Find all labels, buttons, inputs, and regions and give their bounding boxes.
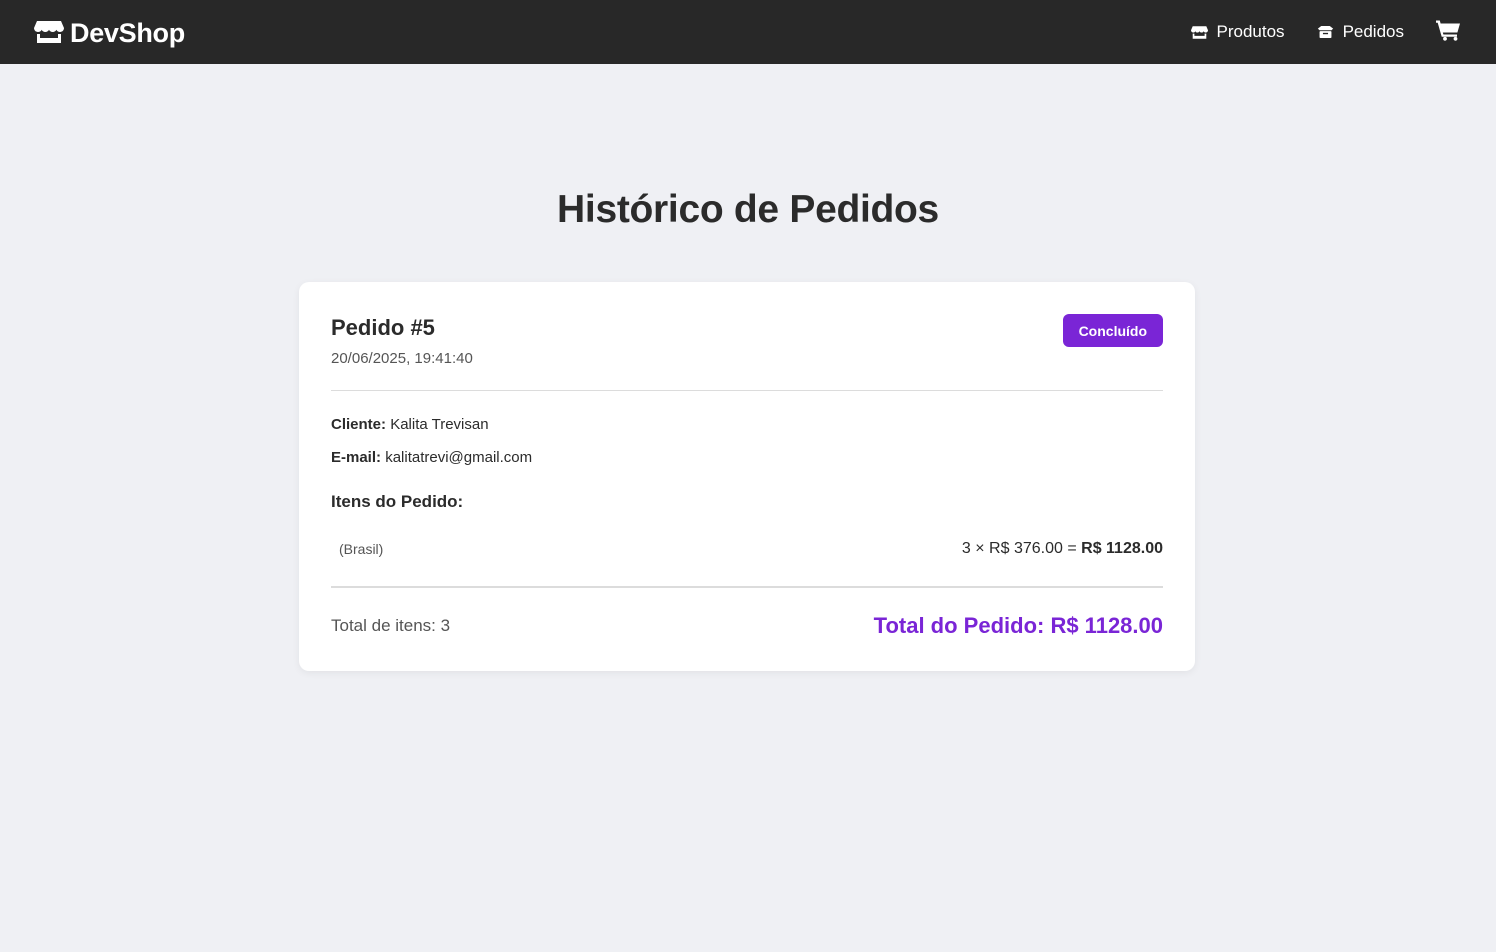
nav-pedidos-label: Pedidos xyxy=(1342,22,1404,41)
store-icon xyxy=(1190,24,1209,40)
email-label: E-mail: xyxy=(331,449,382,466)
cart-button[interactable] xyxy=(1436,20,1462,44)
nav-pedidos-link[interactable]: Pedidos xyxy=(1317,22,1404,42)
status-badge: Concluído xyxy=(1062,314,1163,347)
customer-line: Cliente: Kalita Trevisan xyxy=(331,416,489,433)
nav-links: Produtos Pedidos xyxy=(1159,20,1462,44)
item-quantity-price: 3 × R$ 376.00 = xyxy=(961,540,1077,557)
page-title: Histórico de Pedidos xyxy=(557,188,939,231)
box-icon xyxy=(1317,24,1335,40)
brand-link[interactable]: DevShop xyxy=(34,15,185,49)
item-subtotal: R$ 1128.00 xyxy=(1081,540,1163,557)
order-item-row: (Brasil) 3 × R$ 376.00 = R$ 1128.00 xyxy=(331,539,1163,559)
order-total: Total do Pedido: R$ 1128.00 xyxy=(873,613,1163,638)
order-date: 20/06/2025, 19:41:40 xyxy=(331,350,473,367)
customer-email: kalitatrevi@gmail.com xyxy=(385,449,533,466)
order-number: Pedido #5 xyxy=(331,315,435,340)
nav-produtos-label: Produtos xyxy=(1216,22,1285,41)
total-items: Total de itens: 3 xyxy=(331,616,451,635)
nav-produtos-link[interactable]: Produtos xyxy=(1190,22,1285,42)
customer-label: Cliente: xyxy=(331,416,387,433)
brand-name: DevShop xyxy=(70,18,185,48)
items-divider xyxy=(331,586,1163,588)
order-header: Pedido #5 20/06/2025, 19:41:40 Concluído xyxy=(331,282,1163,391)
items-heading: Itens do Pedido: xyxy=(331,492,464,511)
order-card: Pedido #5 20/06/2025, 19:41:40 Concluído… xyxy=(299,282,1195,671)
top-navbar: DevShop Produtos Pedidos xyxy=(0,0,1496,64)
item-name: (Brasil) xyxy=(339,541,384,557)
email-line: E-mail: kalitatrevi@gmail.com xyxy=(331,449,532,466)
customer-name: Kalita Trevisan xyxy=(390,416,489,433)
item-calculation: 3 × R$ 376.00 = R$ 1128.00 xyxy=(962,540,1163,558)
store-icon xyxy=(34,17,64,47)
order-footer: Total de itens: 3 Total do Pedido: R$ 11… xyxy=(331,613,1163,639)
cart-icon xyxy=(1436,19,1461,46)
